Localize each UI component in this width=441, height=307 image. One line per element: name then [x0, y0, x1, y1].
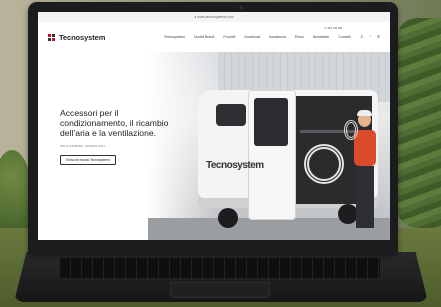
worker-legs: [356, 166, 374, 228]
menu-item-contatti[interactable]: Contatti: [338, 35, 350, 39]
worker-coil: [344, 120, 358, 140]
worker-body: [354, 130, 376, 166]
menu-item-novita[interactable]: Novità Brand: [194, 35, 214, 39]
van-wheel-rear: [338, 204, 358, 224]
hero-title: Accessori per il condizionamento, il ric…: [60, 108, 169, 138]
menu-item-tecnosystemi[interactable]: Tecnosystemi: [164, 35, 185, 39]
logo-mark-icon: [48, 33, 56, 41]
menu-item-assistenza[interactable]: Assistenza: [269, 35, 286, 39]
site-logo[interactable]: Tecnosystem: [48, 33, 105, 42]
keyboard: [60, 258, 380, 278]
webcam: [240, 6, 243, 9]
plant-right: [397, 18, 441, 228]
hero-cta-button[interactable]: Entra nel mondo Tecnosystemi: [60, 155, 116, 165]
menu-item-prodotti[interactable]: Prodotti: [223, 35, 235, 39]
header-icons: ⌕ ◦ ≡: [360, 34, 380, 40]
trackpad: [170, 282, 270, 298]
van-wheel-front: [218, 208, 238, 228]
main-navigation: Tecnosystem Tecnosystemi Novità Brand Pr…: [38, 22, 390, 52]
logo-text: Tecnosystem: [59, 32, 106, 42]
menu-item-press[interactable]: Press: [295, 35, 304, 39]
menu-item-download[interactable]: Download: [244, 35, 260, 39]
hero-text: Accessori per il condizionamento, il ric…: [60, 108, 180, 166]
laptop-screen: ● www.tecnosystemi.com Tecnosystem Tecno…: [38, 12, 390, 240]
van-logo: Tecnosystem: [206, 160, 264, 171]
menu-item-newsletter[interactable]: Newsletter: [313, 35, 330, 39]
language-switcher[interactable]: IT EN FR DE: [325, 26, 342, 30]
top-bar: ● www.tecnosystemi.com: [38, 12, 390, 22]
van-window: [216, 104, 246, 126]
user-icon[interactable]: ◦: [369, 34, 371, 40]
search-icon[interactable]: ⌕: [360, 34, 363, 40]
hero-subtitle: ITALIA & EUROPA · MADE IN ITALY: [60, 144, 106, 148]
top-bar-text: ● www.tecnosystemi.com: [194, 15, 234, 19]
menu-icon[interactable]: ≡: [377, 34, 380, 40]
menu: Tecnosystemi Novità Brand Prodotti Downl…: [164, 35, 351, 39]
van-door-window: [254, 98, 288, 146]
duct-coil: [304, 144, 344, 184]
worker-cap: [357, 110, 372, 116]
